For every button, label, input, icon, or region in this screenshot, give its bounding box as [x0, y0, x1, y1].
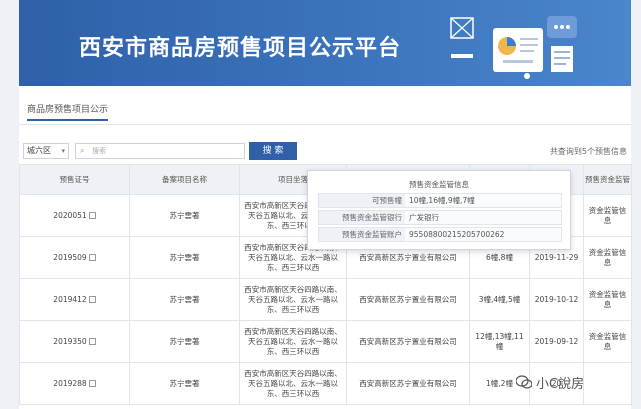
fund-info-link[interactable]: 资金监管信息 — [589, 332, 627, 351]
table-row: 2019412 苏宁雲著 西安市高新区天谷四路以南、天谷五路以北、云水一路以东、西三… — [19, 278, 632, 321]
watermark-text: 小C說房 — [536, 377, 585, 392]
project-name: 苏宁雲著 — [169, 294, 200, 304]
document-icon[interactable] — [88, 337, 96, 345]
fund-info-link[interactable]: 资金监管信息 — [589, 290, 627, 309]
document-icon[interactable] — [88, 211, 96, 219]
document-icon[interactable] — [88, 253, 96, 261]
developer: 西安高新区苏宁置业有限公司 — [359, 294, 457, 304]
popup-row-value: 9550880021520570026​2 — [409, 230, 505, 239]
popup-row-value: 广发银行 — [409, 213, 439, 222]
fund-supervision-popup: 预售资金监管信息 可预售幢 10幢,16幢,9幢,7幢 预售资金监管银行 广发银… — [307, 170, 571, 250]
column-header: 预售资金监管 — [583, 164, 632, 195]
tab-presale-projects[interactable]: 商品房预售项目公示 — [27, 102, 109, 121]
issue-date: 2019-09-12 — [534, 336, 579, 346]
wechat-icon — [516, 375, 532, 389]
project-name: 苏宁雲著 — [169, 378, 200, 388]
table-row: 2019350 苏宁雲著 西安市高新区天谷四路以南、天谷五路以北、云水一路以东、西三… — [19, 320, 632, 363]
result-count: 共查询到5个预售信息 — [549, 147, 627, 156]
developer: 西安高新区苏宁置业有限公司 — [359, 378, 457, 388]
page-title: 西安市商品房预售项目公示平台 — [79, 36, 402, 61]
popup-row: 可预售幢 10幢,16幢,9幢,7幢 — [318, 193, 562, 208]
illustration-icon — [450, 16, 577, 79]
popup-row: 预售资金监管账户 9550880021520570026​2 — [318, 227, 562, 242]
project-name: 苏宁雲著 — [169, 336, 200, 346]
document-icon[interactable] — [88, 379, 96, 387]
cert-number: 2020051 — [53, 210, 87, 220]
presale-buildings: 1幢,2幢 — [486, 378, 513, 388]
cert-number: 2019412 — [53, 294, 87, 304]
search-button[interactable]: 搜 索 — [249, 142, 297, 160]
project-address: 西安市高新区天谷四路以南、天谷五路以北、云水一路以东、西三环以西 — [244, 284, 342, 314]
issue-date: 2019-11-29 — [534, 252, 579, 262]
document-icon[interactable] — [88, 295, 96, 303]
developer: 西安高新区苏宁置业有限公司 — [359, 252, 457, 262]
popup-row-label: 可预售幢 — [319, 194, 405, 207]
fund-info-link[interactable]: 资金监管信息 — [589, 248, 627, 267]
issue-date: 2019-10-12 — [534, 294, 579, 304]
project-name: 苏宁雲著 — [169, 252, 200, 262]
presale-buildings: 12幢,13幢,11幢 — [475, 331, 524, 351]
watermark: 小C說房 — [516, 371, 636, 395]
header-banner: 西安市商品房预售项目公示平台 — [19, 0, 631, 86]
chevron-down-icon: ▾ — [61, 147, 65, 155]
search-input[interactable]: ⌕ 搜索 — [75, 143, 245, 159]
popup-row-label: 预售资金监管银行 — [319, 211, 405, 224]
project-address: 西安市高新区天谷四路以南、天谷五路以北、云水一路以东、西三环以西 — [244, 326, 342, 356]
popup-row-label: 预售资金监管账户 — [319, 228, 405, 241]
popup-row-value: 10幢,16幢,9幢,7幢 — [409, 196, 475, 205]
fund-info-link[interactable]: 资金监管信息 — [589, 206, 627, 225]
presale-buildings: 6幢,8幢 — [486, 252, 513, 262]
developer: 西安高新区苏宁置业有限公司 — [359, 336, 457, 346]
district-value: 城六区 — [27, 146, 51, 155]
column-header: 预售证号 — [19, 164, 130, 195]
cert-number: 2019288 — [53, 378, 87, 388]
cert-number: 2019350 — [53, 336, 87, 346]
search-placeholder: 搜索 — [92, 147, 106, 155]
district-select[interactable]: 城六区 ▾ — [23, 143, 69, 159]
project-address: 西安市高新区天谷四路以南、天谷五路以北、云水一路以东、西三环以西 — [244, 368, 342, 398]
popup-row: 预售资金监管银行 广发银行 — [318, 210, 562, 225]
search-icon: ⌕ — [80, 146, 85, 155]
cert-number: 2019509 — [53, 252, 87, 262]
column-header: 备案项目名称 — [129, 164, 240, 195]
project-name: 苏宁雲著 — [169, 210, 200, 220]
popup-title: 预售资金监管信息 — [409, 180, 469, 189]
divider — [19, 124, 631, 125]
presale-buildings: 3幢,4幢,5幢 — [478, 294, 521, 304]
